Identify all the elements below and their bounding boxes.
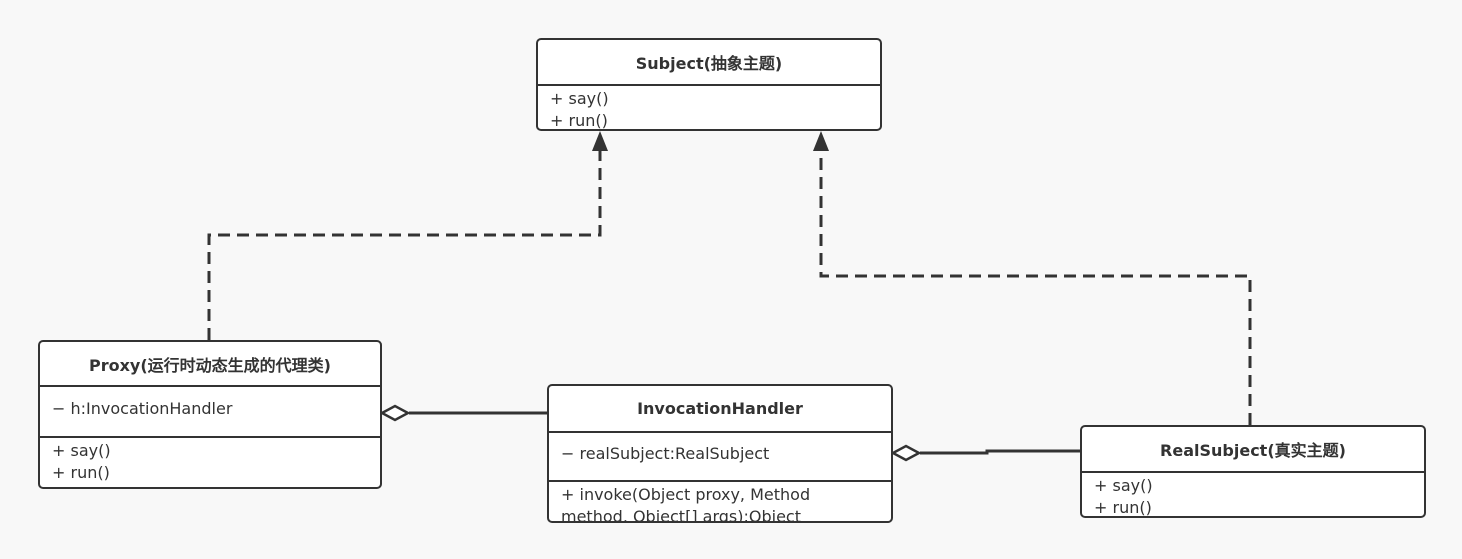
class-name: Proxy(运行时动态生成的代理类): [40, 342, 380, 387]
class-real-subject[interactable]: RealSubject(真实主题) + say() + run(): [1080, 425, 1426, 518]
handler-real-aggregation-line: [920, 449, 1080, 455]
methods-section: + invoke(Object proxy, Method method, Ob…: [549, 480, 891, 523]
method: + invoke(Object proxy, Method: [561, 485, 811, 504]
aggregation-diamond-icon: [379, 404, 411, 422]
method: + run(): [550, 111, 608, 130]
method: + say(): [52, 441, 111, 460]
method: + run(): [1094, 498, 1152, 517]
arrowhead-icon: [813, 131, 829, 151]
attributes-section: − realSubject:RealSubject: [549, 433, 891, 480]
attribute: − realSubject:RealSubject: [561, 444, 770, 463]
method: + say(): [1094, 476, 1153, 495]
method: + say(): [550, 89, 609, 108]
class-name: RealSubject(真实主题): [1082, 427, 1424, 473]
class-name: Subject(抽象主题): [538, 40, 880, 86]
method: + run(): [52, 463, 110, 482]
class-proxy[interactable]: Proxy(运行时动态生成的代理类) − h:InvocationHandler…: [38, 340, 382, 489]
methods-section: + say() + run(): [538, 86, 880, 130]
aggregation-diamond-icon: [890, 444, 922, 462]
method: method, Object[] args):Object: [561, 507, 801, 523]
class-name: InvocationHandler: [549, 386, 891, 433]
attribute: − h:InvocationHandler: [52, 399, 233, 418]
class-subject[interactable]: Subject(抽象主题) + say() + run(): [536, 38, 882, 131]
methods-section: + say() + run(): [40, 436, 380, 486]
arrowhead-icon: [592, 131, 608, 151]
proxy-realization-line: [207, 150, 602, 340]
class-invocation-handler[interactable]: InvocationHandler − realSubject:RealSubj…: [547, 384, 893, 523]
attributes-section: − h:InvocationHandler: [40, 387, 380, 436]
methods-section: + say() + run(): [1082, 473, 1424, 517]
